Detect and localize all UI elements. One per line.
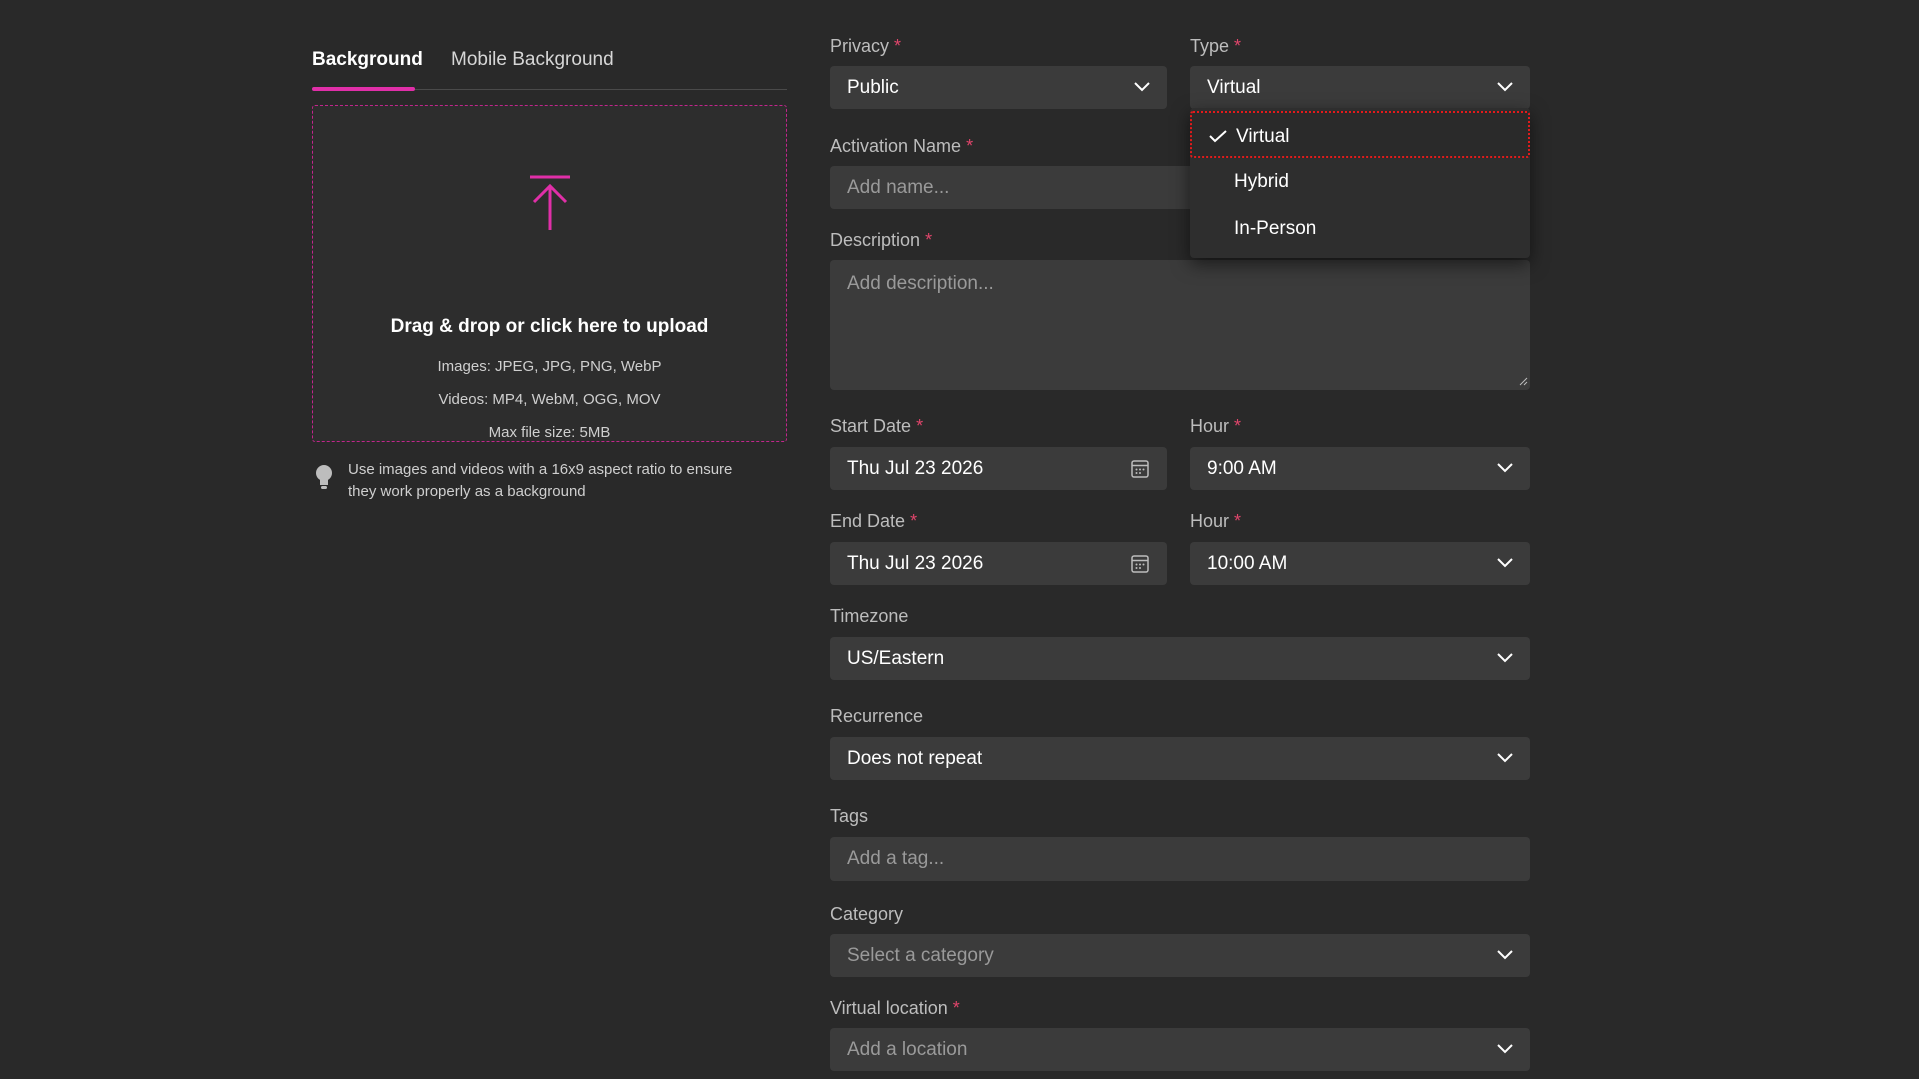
background-tabs: Background Mobile Background	[312, 40, 787, 91]
category-select[interactable]: Select a category	[830, 934, 1530, 977]
privacy-label: Privacy *	[830, 36, 902, 56]
upload-video-formats: Videos: MP4, WebM, OGG, MOV	[438, 391, 661, 408]
chevron-down-icon	[1134, 82, 1150, 92]
privacy-select[interactable]: Public	[830, 66, 1167, 109]
category-label: Category	[830, 904, 904, 924]
type-option-label: Virtual	[1236, 126, 1290, 147]
type-label: Type *	[1190, 36, 1242, 56]
type-option-in-person[interactable]: In-Person	[1190, 205, 1530, 252]
chevron-down-icon	[1497, 1044, 1513, 1054]
type-select[interactable]: Virtual	[1190, 66, 1530, 109]
type-option-label: Hybrid	[1234, 171, 1289, 192]
virtual-location-select[interactable]: Add a location	[830, 1028, 1530, 1071]
timezone-label: Timezone	[830, 606, 909, 626]
resize-handle-icon[interactable]	[1519, 377, 1528, 386]
virtual-location-placeholder: Add a location	[847, 1039, 968, 1060]
end-date-value: Thu Jul 23 2026	[847, 553, 984, 574]
recurrence-label: Recurrence	[830, 706, 924, 726]
hint-line-2: they work properly as a background	[348, 483, 586, 500]
start-date-label: Start Date *	[830, 416, 924, 436]
aspect-ratio-hint: Use images and videos with a 16x9 aspect…	[312, 458, 787, 508]
hint-text: Use images and videos with a 16x9 aspect…	[348, 459, 778, 503]
recurrence-select[interactable]: Does not repeat	[830, 737, 1530, 780]
upload-arrow-icon	[530, 175, 570, 230]
recurrence-value: Does not repeat	[847, 748, 983, 769]
calendar-icon[interactable]	[1130, 459, 1150, 479]
active-tab-indicator	[312, 87, 415, 91]
chevron-down-icon	[1497, 463, 1513, 473]
chevron-down-icon	[1497, 653, 1513, 663]
description-textarea[interactable]	[830, 260, 1530, 390]
virtual-location-label: Virtual location *	[830, 998, 960, 1018]
activation-name-label: Activation Name *	[830, 136, 974, 156]
tab-background[interactable]: Background	[312, 49, 423, 71]
tags-label: Tags	[830, 806, 869, 826]
timezone-value: US/Eastern	[847, 648, 945, 669]
upload-title: Drag & drop or click here to upload	[390, 316, 709, 337]
start-date-input[interactable]: Thu Jul 23 2026	[830, 447, 1167, 490]
end-date-label: End Date *	[830, 511, 918, 531]
calendar-icon[interactable]	[1130, 554, 1150, 574]
background-panel: Background Mobile Background Drag & drop…	[312, 40, 787, 500]
end-hour-value: 10:00 AM	[1207, 553, 1288, 574]
start-hour-select[interactable]: 9:00 AM	[1190, 447, 1530, 490]
privacy-value: Public	[847, 77, 899, 98]
type-value: Virtual	[1207, 77, 1261, 98]
start-hour-label: Hour *	[1190, 416, 1242, 436]
chevron-down-icon	[1497, 82, 1513, 92]
start-hour-value: 9:00 AM	[1207, 458, 1277, 479]
lightbulb-icon	[316, 465, 332, 489]
start-date-value: Thu Jul 23 2026	[847, 458, 984, 479]
type-option-virtual[interactable]: Virtual	[1190, 111, 1530, 158]
tab-mobile-background[interactable]: Mobile Background	[451, 49, 614, 71]
end-hour-label: Hour *	[1190, 511, 1242, 531]
hint-line-1: Use images and videos with a 16x9 aspect…	[348, 461, 733, 478]
end-hour-select[interactable]: 10:00 AM	[1190, 542, 1530, 585]
event-form-page: Background Mobile Background Drag & drop…	[0, 0, 1919, 1079]
upload-max-size: Max file size: 5MB	[488, 424, 611, 441]
description-label: Description *	[830, 230, 933, 250]
checkmark-icon	[1209, 130, 1227, 143]
end-date-input[interactable]: Thu Jul 23 2026	[830, 542, 1167, 585]
chevron-down-icon	[1497, 950, 1513, 960]
chevron-down-icon	[1497, 753, 1513, 763]
tags-input[interactable]	[830, 837, 1530, 881]
chevron-down-icon	[1497, 558, 1513, 568]
category-placeholder: Select a category	[847, 945, 994, 966]
type-dropdown-menu: Virtual Hybrid In-Person	[1190, 108, 1530, 258]
timezone-select[interactable]: US/Eastern	[830, 637, 1530, 680]
type-option-hybrid[interactable]: Hybrid	[1190, 158, 1530, 205]
upload-image-formats: Images: JPEG, JPG, PNG, WebP	[437, 358, 662, 375]
upload-dropzone[interactable]: Drag & drop or click here to upload Imag…	[312, 105, 787, 442]
type-option-label: In-Person	[1234, 218, 1317, 239]
